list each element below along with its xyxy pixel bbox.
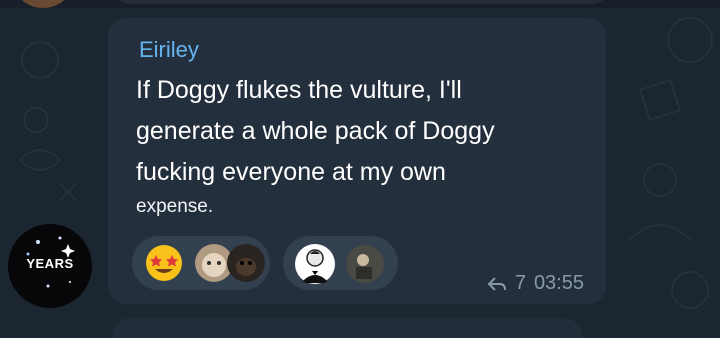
- message-meta: 7 03:55: [487, 272, 584, 295]
- sender-name[interactable]: Eiriley: [139, 37, 199, 63]
- message-line: generate a whole pack of Doggy: [136, 117, 495, 145]
- message-line-last: expense.: [136, 196, 214, 217]
- avatar-label: YEARS: [26, 256, 74, 271]
- reply-arrow-icon: [487, 276, 506, 291]
- star-struck-face-icon: [146, 245, 182, 281]
- previous-message-bubble[interactable]: [112, 0, 610, 4]
- message-line: fucking everyone at my own: [136, 158, 446, 186]
- reply-count[interactable]: 7: [515, 272, 526, 295]
- tuxedo-man-meme-icon: [295, 244, 335, 284]
- reaction-star-struck[interactable]: [132, 236, 270, 290]
- message-text: If Doggy flukes the vulture, I'll genera…: [136, 70, 586, 193]
- message-time: 03:55: [533, 272, 584, 294]
- message-line: If Doggy flukes the vulture, I'll: [136, 76, 462, 104]
- sender-avatar[interactable]: YEARS: [8, 224, 92, 308]
- reaction-meme[interactable]: [283, 236, 398, 290]
- next-message-bubble[interactable]: [112, 318, 582, 338]
- user-avatar-photo-icon: [346, 245, 384, 283]
- user-avatar-dog-icon: [227, 244, 265, 282]
